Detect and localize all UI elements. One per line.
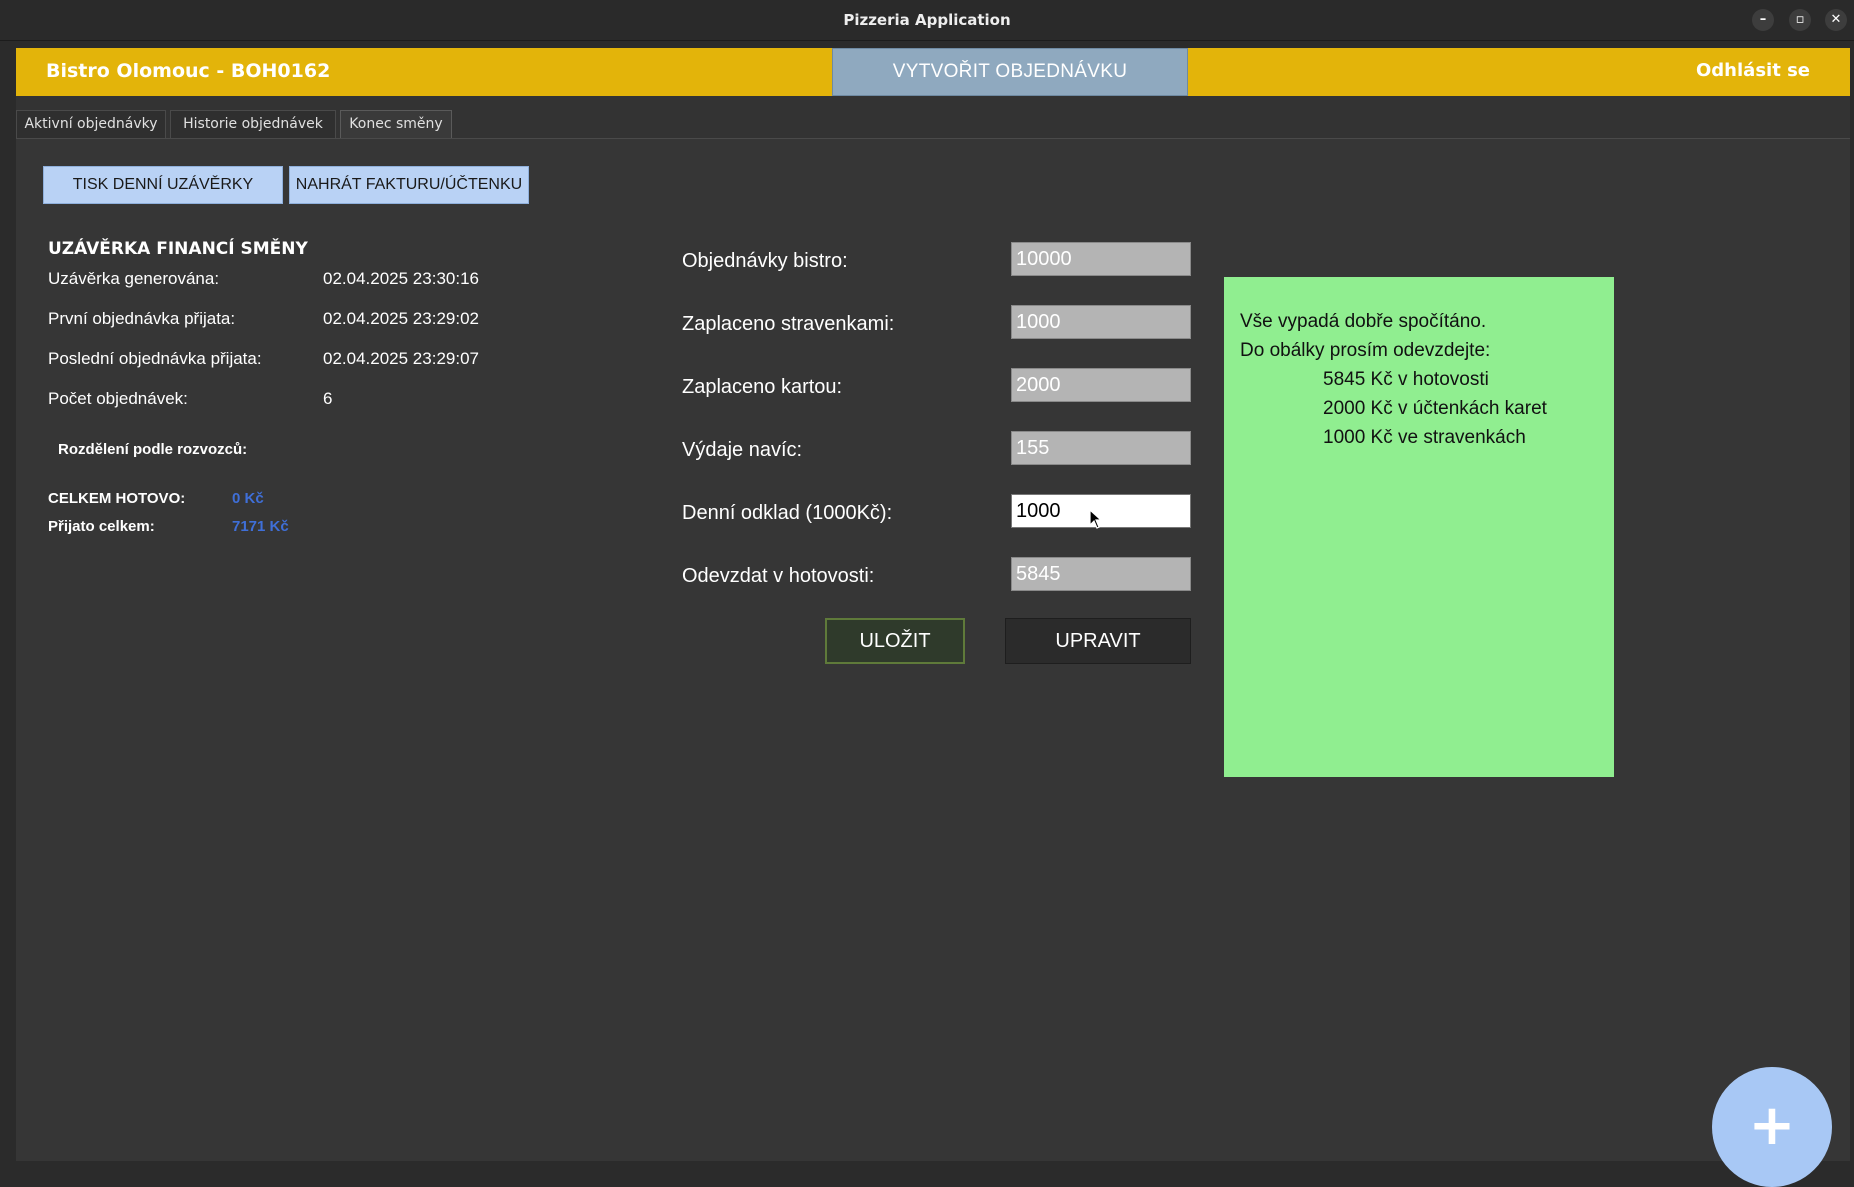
tab-order-history[interactable]: Historie objednávek bbox=[170, 110, 336, 138]
upload-invoice-button[interactable]: NAHRÁT FAKTURU/ÚČTENKU bbox=[289, 166, 529, 204]
note-line-envelope: Do obálky prosím odevzdejte: bbox=[1240, 340, 1491, 361]
card-payments-input[interactable] bbox=[1011, 368, 1191, 402]
minimize-icon[interactable]: – bbox=[1752, 9, 1774, 31]
end-of-shift-panel: TISK DENNÍ UZÁVĚRKY NAHRÁT FAKTURU/ÚČTEN… bbox=[16, 138, 1850, 1187]
save-button[interactable]: ULOŽIT bbox=[825, 618, 965, 664]
summary-value-order-count: 6 bbox=[323, 389, 333, 408]
tab-end-of-shift[interactable]: Konec směny bbox=[340, 110, 452, 138]
summary-label-last-order: Poslední objednávka přijata: bbox=[48, 349, 262, 368]
summary-label-order-count: Počet objednávek: bbox=[48, 389, 188, 408]
edit-button[interactable]: UPRAVIT bbox=[1005, 618, 1191, 664]
summary-value-generated: 02.04.2025 23:30:16 bbox=[323, 269, 479, 288]
summary-label-generated: Uzávěrka generována: bbox=[48, 269, 220, 288]
tab-active-orders[interactable]: Aktivní objednávky bbox=[16, 110, 166, 138]
split-by-courier-label: Rozdělení podle rozvozců: bbox=[58, 441, 248, 458]
summary-value-first-order: 02.04.2025 23:29:02 bbox=[323, 309, 479, 328]
extra-expenses-input[interactable] bbox=[1011, 431, 1191, 465]
daily-deposit-label: Denní odklad (1000Kč): bbox=[682, 502, 893, 524]
total-received-value: 7171 Kč bbox=[232, 518, 289, 535]
note-item-vouchers: 1000 Kč ve stravenkách bbox=[1323, 427, 1526, 448]
meal-vouchers-input[interactable] bbox=[1011, 305, 1191, 339]
note-line-ok: Vše vypadá dobře spočítáno. bbox=[1240, 311, 1487, 332]
app-header: Bistro Olomouc - BOH0162 VYTVOŘIT OBJEDN… bbox=[16, 48, 1850, 96]
add-fab-button[interactable]: + bbox=[1712, 1067, 1832, 1187]
window-title: Pizzeria Application bbox=[843, 11, 1011, 29]
result-note: Vše vypadá dobře spočítáno. Do obálky pr… bbox=[1224, 277, 1614, 777]
bistro-orders-label: Objednávky bistro: bbox=[682, 250, 848, 272]
total-cash-label: CELKEM HOTOVO: bbox=[48, 490, 186, 507]
bistro-orders-input[interactable] bbox=[1011, 242, 1191, 276]
create-order-button[interactable]: VYTVOŘIT OBJEDNÁVKU bbox=[832, 48, 1188, 96]
maximize-icon[interactable]: ▫ bbox=[1789, 9, 1811, 31]
extra-expenses-label: Výdaje navíc: bbox=[682, 439, 803, 461]
summary-label-first-order: První objednávka přijata: bbox=[48, 309, 236, 328]
meal-vouchers-label: Zaplaceno stravenkami: bbox=[682, 313, 895, 335]
summary-title: UZÁVĚRKA FINANCÍ SMĚNY bbox=[48, 239, 308, 259]
app-container: Bistro Olomouc - BOH0162 VYTVOŘIT OBJEDN… bbox=[16, 48, 1850, 1187]
note-item-cards: 2000 Kč v účtenkách karet bbox=[1323, 398, 1547, 419]
print-daily-closing-button[interactable]: TISK DENNÍ UZÁVĚRKY bbox=[43, 166, 283, 204]
total-received-label: Přijato celkem: bbox=[48, 518, 155, 535]
bistro-name: Bistro Olomouc - BOH0162 bbox=[46, 60, 331, 82]
close-icon[interactable]: ✕ bbox=[1825, 9, 1847, 31]
window-titlebar: Pizzeria Application – ▫ ✕ bbox=[0, 0, 1854, 41]
total-cash-value: 0 Kč bbox=[232, 490, 264, 507]
logout-button[interactable]: Odhlásit se bbox=[1696, 60, 1810, 81]
note-item-cash: 5845 Kč v hotovosti bbox=[1323, 369, 1489, 390]
summary-value-last-order: 02.04.2025 23:29:07 bbox=[323, 349, 479, 368]
card-payments-label: Zaplaceno kartou: bbox=[682, 376, 843, 398]
cash-handover-input[interactable] bbox=[1011, 557, 1191, 591]
cash-handover-label: Odevzdat v hotovosti: bbox=[682, 565, 875, 587]
